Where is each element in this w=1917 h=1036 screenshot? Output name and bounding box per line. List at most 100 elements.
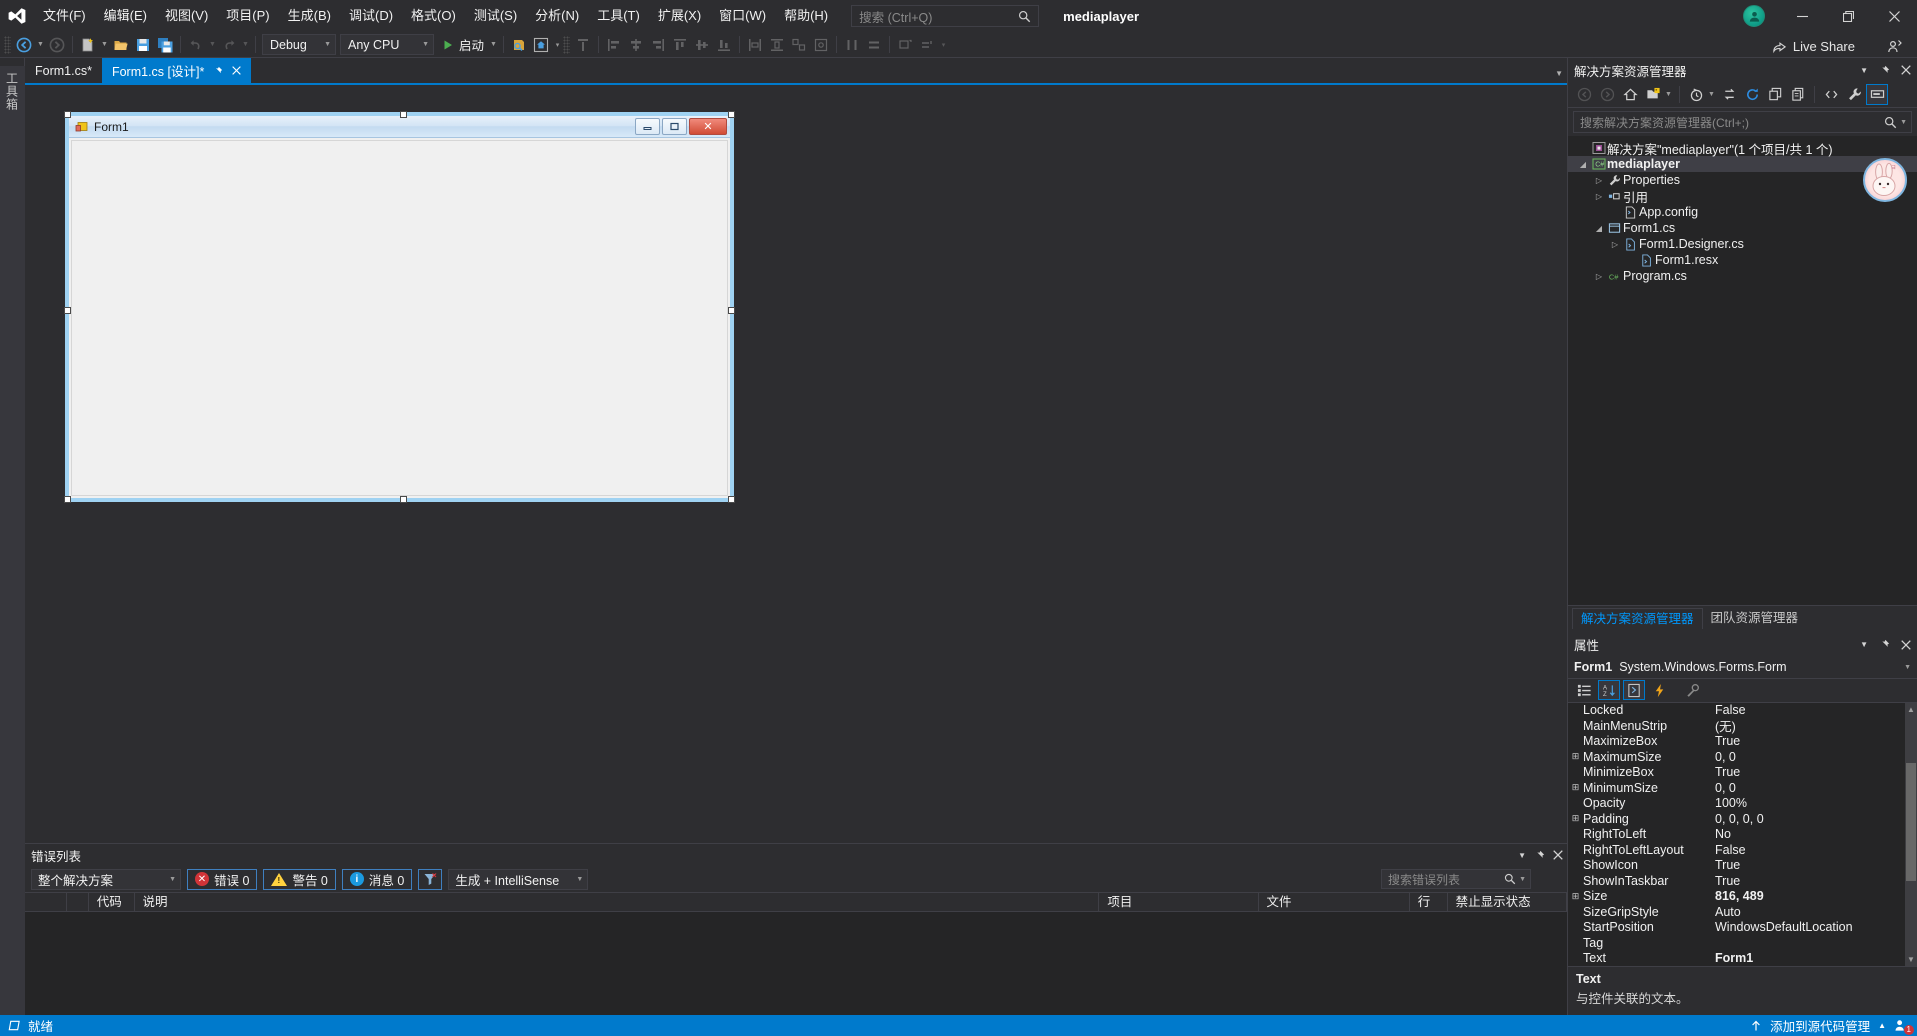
chevron-down-icon[interactable]: ▼ [1860, 640, 1868, 649]
property-value[interactable]: No [1715, 827, 1917, 841]
menu-test[interactable]: 测试(S) [465, 4, 526, 28]
size-to-grid-icon[interactable] [810, 34, 832, 56]
chevron-down-icon[interactable]: ▼ [1665, 91, 1674, 98]
column-header-suppression-state[interactable]: 禁止显示状态 [1448, 892, 1567, 912]
property-row[interactable]: ShowInTaskbar True [1568, 873, 1917, 889]
align-top-icon[interactable] [669, 34, 691, 56]
restore-button[interactable] [1825, 0, 1871, 32]
menu-file[interactable]: 文件(F) [34, 4, 95, 28]
tab-solution-explorer[interactable]: 解决方案资源管理器 [1572, 607, 1703, 629]
error-count-toggle[interactable]: ✕ 错误 0 [187, 868, 258, 890]
open-file-button[interactable] [110, 34, 132, 56]
refresh-icon[interactable] [1741, 84, 1763, 105]
toolbox-strip[interactable]: 工具箱 [0, 58, 25, 1015]
preview-icon[interactable] [1866, 84, 1888, 105]
property-row[interactable]: ⊞ MinimumSize 0, 0 [1568, 780, 1917, 796]
home-frame-icon[interactable] [530, 34, 552, 56]
tree-twisty-collapsed[interactable]: ▷ [1592, 272, 1606, 281]
property-row[interactable]: MaximizeBox True [1568, 734, 1917, 750]
horizontal-spacing-icon[interactable] [841, 34, 863, 56]
tree-item-solution[interactable]: 解决方案"mediaplayer"(1 个项目/共 1 个) [1568, 140, 1917, 157]
menu-build[interactable]: 生成(B) [279, 4, 340, 28]
same-size-icon[interactable] [788, 34, 810, 56]
resize-handle-se[interactable] [728, 496, 735, 503]
error-list-search-box[interactable]: 搜索错误列表 ▼ [1381, 869, 1531, 889]
column-header-description[interactable]: 说明 [135, 892, 1100, 912]
error-scope-filter-combo[interactable]: 整个解决方案 ▼ [31, 868, 181, 890]
menu-edit[interactable]: 编辑(E) [95, 4, 156, 28]
property-row[interactable]: MainMenuStrip (无) [1568, 718, 1917, 735]
form-design-surface[interactable]: Form1 ✕ [64, 111, 735, 503]
center-horizontally-icon[interactable] [894, 34, 916, 56]
message-count-toggle[interactable]: i 消息 0 [341, 868, 413, 890]
property-value[interactable]: False [1715, 703, 1917, 717]
align-middle-icon[interactable] [691, 34, 713, 56]
tree-item-program-cs[interactable]: ▷ C# Program.cs [1568, 268, 1917, 284]
property-value[interactable]: 0, 0 [1715, 750, 1917, 764]
resize-handle-n[interactable] [400, 111, 407, 118]
same-height-icon[interactable] [766, 34, 788, 56]
categorized-icon[interactable] [1573, 680, 1595, 700]
tree-item-form1-resx[interactable]: Form1.resx [1568, 252, 1917, 268]
hot-reload-icon[interactable] [508, 34, 530, 56]
toolbar-grip[interactable] [4, 35, 11, 54]
chevron-down-icon[interactable]: ▼ [1518, 851, 1526, 860]
scrollbar-thumb[interactable] [1906, 762, 1916, 881]
sort-alpha-icon[interactable]: AZ [1598, 680, 1620, 700]
properties-scrollbar[interactable]: ▲ ▼ [1905, 702, 1917, 966]
toolbar-options-overflow[interactable]: ▾ [552, 34, 563, 56]
form-maximize-icon[interactable] [662, 118, 687, 135]
collapse-all-icon[interactable] [1764, 84, 1786, 105]
tree-twisty-collapsed[interactable]: ▷ [1608, 240, 1622, 249]
property-value[interactable]: True [1715, 874, 1917, 888]
bring-to-front-icon[interactable] [572, 34, 594, 56]
navigate-backward-dropdown[interactable]: ▼ [35, 34, 46, 56]
document-tab-form1-cs[interactable]: Form1.cs* [25, 58, 102, 83]
wrench-icon[interactable] [1843, 84, 1865, 105]
start-debug-dropdown[interactable]: ▼ [488, 34, 499, 56]
property-value[interactable]: True [1715, 734, 1917, 748]
property-value[interactable]: Form1 [1715, 951, 1917, 965]
redo-button[interactable] [218, 34, 240, 56]
document-tab-form1-designer[interactable]: Form1.cs [设计]* [101, 58, 252, 83]
properties-object-selector[interactable]: Form1 System.Windows.Forms.Form ▼ [1568, 657, 1917, 679]
menu-view[interactable]: 视图(V) [156, 4, 217, 28]
home-icon[interactable] [1619, 84, 1641, 105]
expander[interactable]: ⊞ [1568, 782, 1583, 793]
property-value[interactable]: WindowsDefaultLocation [1715, 920, 1917, 934]
menu-debug[interactable]: 调试(D) [340, 4, 402, 28]
scroll-down-arrow-icon[interactable]: ▼ [1905, 952, 1917, 966]
redo-dropdown[interactable]: ▼ [240, 34, 251, 56]
property-row[interactable]: ⊞ Padding 0, 0, 0, 0 [1568, 811, 1917, 827]
chevron-down-icon[interactable]: ▼ [1519, 876, 1526, 883]
property-pages-icon[interactable] [1681, 680, 1703, 700]
chevron-down-icon[interactable]: ▼ [1860, 66, 1868, 75]
resize-handle-ne[interactable] [728, 111, 735, 118]
property-row[interactable]: StartPosition WindowsDefaultLocation [1568, 920, 1917, 936]
menu-analyze[interactable]: 分析(N) [526, 4, 588, 28]
property-row[interactable]: RightToLeft No [1568, 827, 1917, 843]
property-row[interactable]: ⊞ MaximumSize 0, 0 [1568, 749, 1917, 765]
menu-extensions[interactable]: 扩展(X) [649, 4, 710, 28]
property-value[interactable]: True [1715, 858, 1917, 872]
menu-help[interactable]: 帮助(H) [775, 4, 837, 28]
align-toolbar-overflow[interactable]: ▾ [938, 34, 949, 56]
code-brackets-icon[interactable] [1820, 84, 1842, 105]
warning-count-toggle[interactable]: 警告 0 [263, 868, 336, 890]
close-icon[interactable] [232, 66, 242, 75]
tab-team-explorer[interactable]: 团队资源管理器 [1703, 608, 1807, 629]
tree-twisty-expanded[interactable]: ◢ [1592, 224, 1606, 233]
property-row[interactable]: Opacity 100% [1568, 796, 1917, 812]
menu-tools[interactable]: 工具(T) [588, 4, 649, 28]
send-feedback-icon[interactable] [1887, 33, 1903, 59]
new-project-dropdown[interactable]: ▼ [99, 34, 110, 56]
resize-handle-sw[interactable] [64, 496, 71, 503]
pin-icon[interactable] [1879, 65, 1890, 76]
resize-handle-nw[interactable] [64, 111, 71, 118]
tree-item-form1-cs[interactable]: ◢ Form1.cs [1568, 220, 1917, 236]
property-row[interactable]: SizeGripStyle Auto [1568, 904, 1917, 920]
center-vertically-icon[interactable] [916, 34, 938, 56]
live-share-button[interactable]: Live Share [1772, 33, 1855, 59]
filter-folder-icon[interactable] [1642, 84, 1664, 105]
chevron-down-icon[interactable]: ▼ [1900, 119, 1907, 126]
